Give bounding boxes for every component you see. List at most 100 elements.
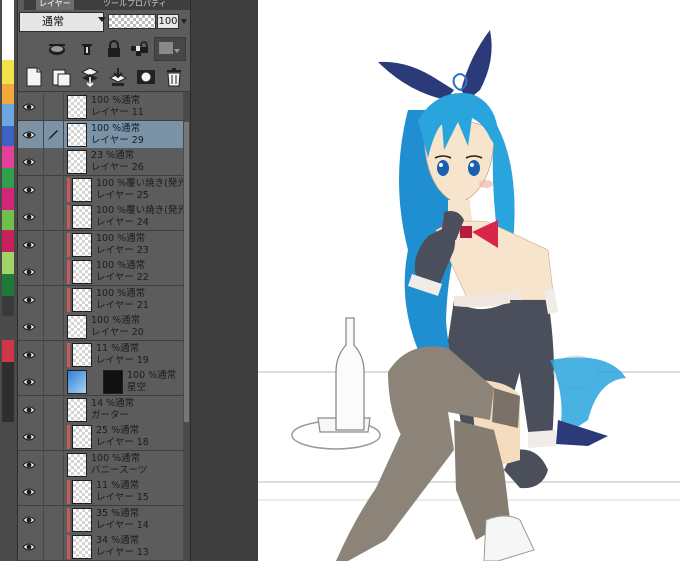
layer-thumbnail[interactable] (72, 232, 92, 257)
eye-icon[interactable] (22, 432, 36, 442)
swatch-orange[interactable] (2, 84, 14, 104)
layer-thumbnail[interactable] (67, 370, 87, 394)
layer-row[interactable]: 14 %通常 ガーター (18, 395, 183, 424)
swatch-pale-green[interactable] (2, 252, 14, 274)
layer-row[interactable]: 34 %通常 レイヤー 13 (18, 533, 183, 561)
palette-icon[interactable] (46, 39, 68, 59)
eye-icon[interactable] (22, 130, 36, 140)
swatch-red[interactable] (2, 340, 14, 362)
eye-icon[interactable] (22, 405, 36, 415)
swatch-lime[interactable] (2, 210, 14, 230)
tab-layer[interactable]: レイヤー (36, 0, 74, 10)
layer-name: レイヤー 23 (96, 244, 149, 256)
layer-row[interactable]: 100 %通常 レイヤー 22 (18, 258, 183, 286)
layer-row[interactable]: 100 %通常 レイヤー 20 (18, 313, 183, 341)
tab-tool-property[interactable]: ツールプロパティ (100, 0, 170, 10)
eye-icon[interactable] (22, 542, 36, 552)
layer-thumbnail[interactable] (72, 287, 92, 312)
opacity-field[interactable]: 100 (157, 14, 179, 29)
layer-name: 星空 (127, 382, 147, 393)
layer-name: レイヤー 19 (96, 354, 149, 366)
lock-transparency-icon[interactable] (128, 39, 150, 59)
eye-icon[interactable] (22, 487, 36, 497)
eye-icon[interactable] (22, 515, 36, 525)
layer-row[interactable]: 35 %通常 レイヤー 14 (18, 505, 183, 534)
swatch-light-blue[interactable] (2, 104, 14, 126)
layer-list: 100 %通常 レイヤー 11 100 %通常 レイヤー 29 23 %通常 レイヤー 2… (18, 92, 190, 561)
ruler-icon[interactable] (76, 39, 98, 59)
layer-row[interactable]: 100 %覆い焼き(発光) レイヤー 24 (18, 203, 190, 231)
swatch-blue[interactable] (2, 126, 14, 146)
layer-row[interactable]: 100 %通常 レイヤー 23 (18, 230, 183, 259)
opacity-stepper-icon[interactable] (181, 19, 187, 24)
eye-icon[interactable] (22, 185, 36, 195)
layer-mask-thumbnail[interactable] (103, 370, 123, 394)
eye-icon[interactable] (22, 295, 36, 305)
column-divider (63, 175, 64, 204)
mask-icon[interactable] (135, 66, 157, 88)
layer-thumbnail[interactable] (67, 452, 87, 477)
eye-icon[interactable] (22, 322, 36, 332)
reference-layer-icon[interactable] (154, 37, 186, 61)
eye-icon[interactable] (22, 212, 36, 222)
layer-thumbnail[interactable] (67, 397, 87, 422)
new-folder-icon[interactable] (51, 66, 73, 88)
eye-icon[interactable] (22, 377, 36, 387)
layer-row[interactable]: 100 %通常 星空 (18, 368, 183, 396)
layer-row[interactable]: 25 %通常 レイヤー 18 (18, 423, 183, 451)
swatch-magenta[interactable] (2, 188, 14, 210)
column-divider (63, 93, 64, 121)
layer-thumbnail[interactable] (72, 480, 92, 504)
column-divider (43, 285, 44, 314)
swatch-green[interactable] (2, 168, 14, 188)
layer-thumbnail[interactable] (72, 177, 92, 202)
swatch-pink[interactable] (2, 146, 14, 168)
column-divider (63, 368, 64, 396)
column-divider (63, 505, 64, 534)
layer-row[interactable]: 23 %通常 レイヤー 26 (18, 148, 183, 176)
merge-visible-icon[interactable] (107, 66, 129, 88)
layer-row[interactable]: 100 %通常 バニースーツ (18, 450, 183, 479)
layer-thumbnail[interactable] (72, 260, 92, 284)
layer-opacity-mode: 35 %通常 (96, 507, 140, 519)
swatch-white[interactable] (2, 0, 14, 60)
layer-row[interactable]: 100 %覆い焼き(発光) レイヤー 25 (18, 175, 190, 204)
eye-icon[interactable] (22, 267, 36, 277)
layer-row[interactable]: 100 %通常 レイヤー 29 (18, 120, 183, 149)
swatch-crimson[interactable] (2, 230, 14, 252)
tab-stub (18, 0, 24, 10)
layer-thumbnail[interactable] (72, 425, 92, 449)
drawing-canvas[interactable] (258, 0, 680, 561)
swatch-yellow[interactable] (2, 60, 14, 84)
layer-opacity-mode: 100 %通常 (96, 232, 146, 244)
blend-mode-select[interactable]: 通常 (19, 12, 104, 32)
layer-thumbnail[interactable] (72, 535, 92, 559)
clipping-indicator (67, 425, 70, 449)
layer-thumbnail[interactable] (67, 315, 87, 339)
eye-icon[interactable] (22, 157, 36, 167)
layer-row[interactable]: 11 %通常 レイヤー 15 (18, 478, 183, 506)
lock-icon[interactable] (104, 39, 124, 59)
swatch-dark-gray[interactable] (2, 296, 14, 316)
layer-thumbnail[interactable] (67, 95, 87, 119)
opacity-slider[interactable] (108, 14, 156, 29)
layer-thumbnail[interactable] (72, 507, 92, 532)
swatch-black[interactable] (2, 362, 14, 422)
layer-thumbnail[interactable] (72, 342, 92, 367)
layer-row[interactable]: 100 %通常 レイヤー 21 (18, 285, 183, 314)
merge-down-icon[interactable] (79, 66, 101, 88)
eye-icon[interactable] (22, 350, 36, 360)
swatch-dark-green[interactable] (2, 274, 14, 296)
scrollbar-thumb[interactable] (184, 122, 189, 422)
layer-list-scrollbar[interactable] (183, 92, 190, 561)
eye-icon[interactable] (22, 102, 36, 112)
eye-icon[interactable] (22, 460, 36, 470)
layer-row[interactable]: 100 %通常 レイヤー 11 (18, 93, 183, 121)
layer-thumbnail[interactable] (67, 150, 87, 174)
layer-thumbnail[interactable] (72, 205, 92, 229)
layer-row[interactable]: 11 %通常 レイヤー 19 (18, 340, 183, 369)
delete-layer-icon[interactable] (163, 66, 185, 88)
eye-icon[interactable] (22, 240, 36, 250)
new-raster-layer-icon[interactable] (24, 66, 44, 88)
layer-thumbnail[interactable] (67, 122, 87, 147)
